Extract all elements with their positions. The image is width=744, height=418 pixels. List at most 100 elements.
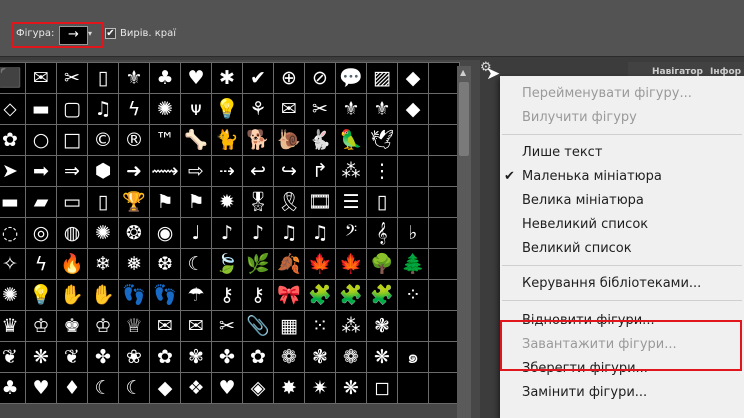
shape-thumbnail[interactable]: ♫	[305, 218, 335, 248]
shape-thumbnail[interactable]: ◍	[57, 218, 87, 248]
shape-thumbnail[interactable]: ♭	[398, 218, 428, 248]
shape-thumbnail[interactable]: ❁	[274, 342, 304, 372]
shape-thumbnail[interactable]: ♚	[57, 311, 87, 341]
shape-thumbnail[interactable]: 🍃	[212, 249, 242, 279]
shape-thumbnail[interactable]: ♫	[88, 94, 118, 124]
shape-thumbnail[interactable]: ❋	[336, 373, 366, 403]
shape-thumbnail[interactable]: 🎖	[243, 187, 273, 217]
shape-thumbnail[interactable]: ▬	[26, 94, 56, 124]
shape-thumbnail[interactable]: ♛	[0, 311, 25, 341]
shape-thumbnail[interactable]: ✺	[0, 280, 25, 310]
shape-thumbnail[interactable]: ⇨	[181, 156, 211, 186]
shape-thumbnail[interactable]: ⬛	[0, 63, 25, 93]
shape-thumbnail[interactable]: ⊘	[305, 63, 335, 93]
shape-thumbnail[interactable]: ✋	[57, 280, 87, 310]
shape-thumbnail[interactable]: ⚑	[181, 187, 211, 217]
shape-thumbnail[interactable]: ⚷	[243, 280, 273, 310]
shape-thumbnail[interactable]: ✂	[57, 63, 87, 93]
shape-thumbnail[interactable]: ◎	[26, 218, 56, 248]
shape-thumbnail[interactable]	[429, 218, 459, 248]
shape-thumbnail[interactable]: ⬢	[88, 156, 118, 186]
shape-thumbnail[interactable]: ☰	[336, 187, 366, 217]
shape-thumbnail[interactable]: ⁘	[398, 280, 428, 310]
shape-thumbnail[interactable]: ✤	[88, 342, 118, 372]
menu-item-rename-shape[interactable]: Перейменувати фігуру...	[522, 86, 692, 101]
shape-thumbnail[interactable]: ⁙	[305, 311, 335, 341]
shape-thumbnail[interactable]: ϟ	[119, 94, 149, 124]
shape-thumbnail[interactable]: 🍁	[305, 249, 335, 279]
shape-thumbnail[interactable]: ▢	[57, 94, 87, 124]
shape-thumbnail[interactable]: ♪	[243, 218, 273, 248]
shape-thumbnail[interactable]: ❋	[26, 342, 56, 372]
shape-thumbnail[interactable]: 🔥	[57, 249, 87, 279]
shape-thumbnail[interactable]: ♔	[26, 311, 56, 341]
shape-thumbnail[interactable]: 💡	[212, 94, 242, 124]
shape-thumbnail[interactable]: ✂	[212, 311, 242, 341]
shape-thumbnail[interactable]: ⚑	[150, 187, 180, 217]
shape-thumbnail[interactable]: ✿	[0, 125, 25, 155]
shape-thumbnail[interactable]: ⟿	[150, 156, 180, 186]
shape-thumbnail[interactable]: ⬦	[0, 94, 25, 124]
shape-thumbnail[interactable]: ♫	[274, 218, 304, 248]
shape-thumbnail[interactable]	[429, 125, 459, 155]
shape-thumbnail[interactable]: ✤	[212, 342, 242, 372]
shape-thumbnail[interactable]: ◈	[243, 373, 273, 403]
menu-item-large-thumbnail[interactable]: Велика мініатюра	[522, 193, 644, 208]
shape-thumbnail[interactable]: ☾	[88, 373, 118, 403]
shape-thumbnail[interactable]: 🌲	[398, 249, 428, 279]
shape-thumbnail[interactable]: ⚜	[336, 94, 366, 124]
shape-thumbnail[interactable]: ➤	[0, 156, 25, 186]
shape-thumbnail[interactable]: ✉	[26, 63, 56, 93]
shape-thumbnail[interactable]: ♥	[181, 63, 211, 93]
shape-thumbnail[interactable]	[429, 280, 459, 310]
shape-thumbnail[interactable]: ▨	[367, 63, 397, 93]
shape-thumbnail[interactable]: ✸	[274, 373, 304, 403]
shape-thumbnail[interactable]: 🦴	[181, 125, 211, 155]
shape-thumbnail[interactable]: ❄	[88, 249, 118, 279]
shape-thumbnail[interactable]: ♩	[181, 218, 211, 248]
shape-thumbnail[interactable]: ♣	[150, 63, 180, 93]
shape-thumbnail[interactable]	[429, 156, 459, 186]
shape-thumbnail[interactable]: 👣	[150, 280, 180, 310]
shape-thumbnail[interactable]: ™	[150, 125, 180, 155]
shape-thumbnail[interactable]: ❀	[119, 342, 149, 372]
shape-thumbnail[interactable]: ✾	[181, 342, 211, 372]
shape-thumbnail[interactable]: 𝄞	[367, 218, 397, 248]
menu-item-small-list[interactable]: Невеликий список	[522, 217, 648, 232]
shape-thumbnail[interactable]: 🕊	[367, 125, 397, 155]
shape-thumbnail[interactable]	[429, 311, 459, 341]
shape-thumbnail[interactable]: ☾	[181, 249, 211, 279]
shape-thumbnail[interactable]: ⇢	[212, 156, 242, 186]
shape-thumbnail[interactable]: ⁂	[336, 156, 366, 186]
shape-thumbnail[interactable]: ๑	[398, 342, 428, 372]
shape-thumbnail[interactable]: ▰	[26, 187, 56, 217]
shape-thumbnail[interactable]: ©	[88, 125, 118, 155]
shape-thumbnail[interactable]: 🐇	[305, 125, 335, 155]
shape-thumbnail[interactable]: ♔	[88, 311, 118, 341]
shape-thumbnail[interactable]: ➜	[119, 156, 149, 186]
shape-thumbnail[interactable]: 🧩	[336, 280, 366, 310]
shape-thumbnail[interactable]: 🧩	[305, 280, 335, 310]
menu-item-delete-shape[interactable]: Вилучити фігуру	[522, 110, 637, 125]
shape-thumbnail[interactable]: ♥	[212, 373, 242, 403]
shape-thumbnail[interactable]: ◌	[0, 218, 25, 248]
shape-thumbnail[interactable]: ®	[119, 125, 149, 155]
shape-thumbnail[interactable]: 🐌	[274, 125, 304, 155]
shape-thumbnail[interactable]: ◆	[398, 94, 428, 124]
shape-thumbnail[interactable]: 🌿	[243, 249, 273, 279]
shape-thumbnail[interactable]: ○	[26, 125, 56, 155]
shape-thumbnail[interactable]: ◆	[398, 63, 428, 93]
shape-thumbnail[interactable]: ✔	[243, 63, 273, 93]
antialias-checkbox[interactable]: ✔	[105, 28, 116, 39]
shape-thumbnail[interactable]: ✋	[88, 280, 118, 310]
shape-thumbnail[interactable]: 🎗	[274, 187, 304, 217]
shape-thumbnail[interactable]: ▭	[57, 187, 87, 217]
menu-item-library-manager[interactable]: Керування бібліотеками...	[522, 276, 701, 291]
shape-thumbnail[interactable]: ❋	[367, 342, 397, 372]
shape-thumbnail[interactable]: ⚘	[243, 94, 273, 124]
shape-thumbnail[interactable]: ✺	[88, 218, 118, 248]
shape-thumbnail[interactable]: ⚜	[119, 63, 149, 93]
shape-thumbnail[interactable]: ⚷	[212, 280, 242, 310]
shape-thumbnail[interactable]: 🍂	[274, 249, 304, 279]
shape-thumbnail[interactable]: 🐕	[243, 125, 273, 155]
